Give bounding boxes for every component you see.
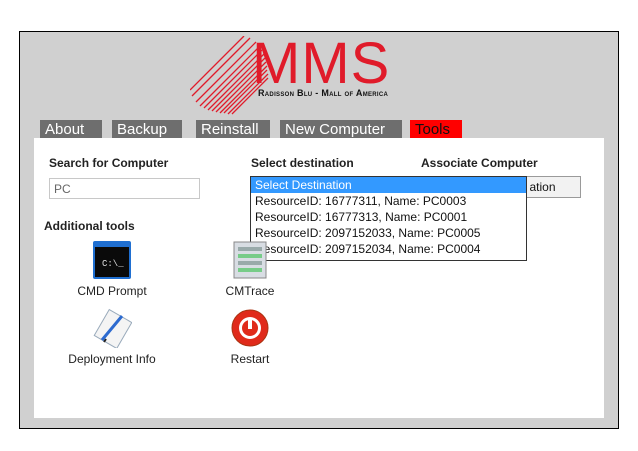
- tab-backup[interactable]: Backup: [112, 120, 182, 140]
- restart-icon: [231, 309, 269, 347]
- tab-reinstall[interactable]: Reinstall: [196, 120, 270, 140]
- logo-subtitle: Radisson Blu - Mall of America: [258, 88, 389, 98]
- tab-tools[interactable]: Tools: [410, 120, 462, 140]
- destination-option[interactable]: Select Destination: [251, 177, 526, 193]
- search-input[interactable]: [49, 178, 200, 199]
- tool-cmtrace[interactable]: CMTrace: [200, 240, 300, 298]
- svg-text:C:\_: C:\_: [102, 259, 124, 269]
- tools-panel: Search for Computer Select destination A…: [34, 138, 604, 418]
- destination-option[interactable]: ResourceID: 16777313, Name: PC0001: [251, 209, 526, 225]
- search-heading: Search for Computer: [49, 156, 169, 170]
- tool-label: CMD Prompt: [77, 284, 147, 298]
- logo-title: MMS: [252, 31, 391, 96]
- associate-heading: Associate Computer: [421, 156, 538, 170]
- tool-label: Restart: [230, 352, 270, 366]
- cmtrace-icon: [233, 241, 267, 279]
- deployment-info-icon: [93, 308, 132, 348]
- additional-tools-heading: Additional tools: [44, 219, 135, 233]
- tool-label: Deployment Info: [68, 352, 156, 366]
- tab-about[interactable]: About: [40, 120, 102, 140]
- tool-cmd-prompt[interactable]: C:\_ CMD Prompt: [62, 240, 162, 298]
- tool-restart[interactable]: Restart: [200, 308, 300, 366]
- destination-option[interactable]: ResourceID: 16777311, Name: PC0003: [251, 193, 526, 209]
- tab-new-computer[interactable]: New Computer: [280, 120, 402, 140]
- destination-heading: Select destination: [251, 156, 354, 170]
- cmd-prompt-icon: C:\_: [93, 241, 131, 279]
- tool-deployment-info[interactable]: Deployment Info: [62, 308, 162, 366]
- app-window: MMS Radisson Blu - Mall of America About…: [19, 31, 619, 429]
- destination-option[interactable]: ResourceID: 2097152033, Name: PC0005: [251, 225, 526, 241]
- tool-label: CMTrace: [225, 284, 275, 298]
